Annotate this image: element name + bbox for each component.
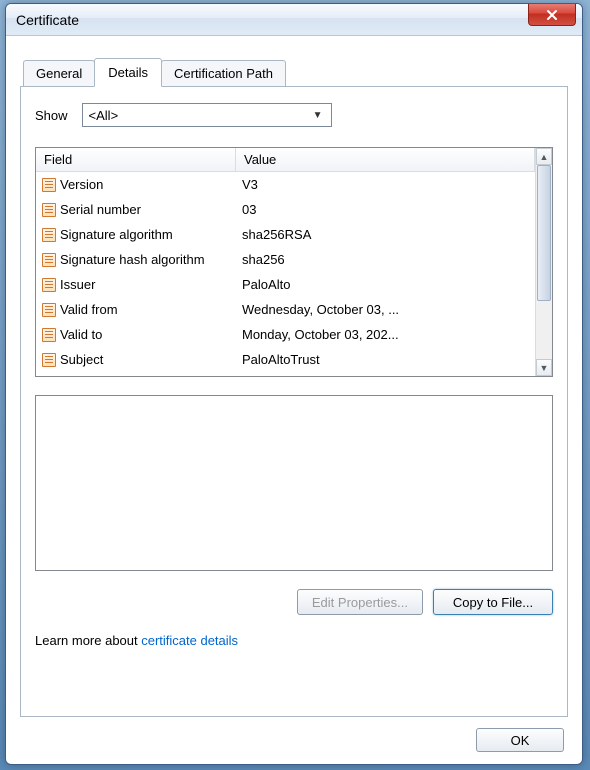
- list-row[interactable]: Issuer PaloAlto: [36, 272, 535, 297]
- field-cell: Serial number: [36, 202, 236, 217]
- list-header: Field Value: [36, 148, 535, 172]
- window-title: Certificate: [16, 12, 79, 28]
- certificate-field-icon: [42, 328, 56, 342]
- field-name: Issuer: [60, 277, 95, 292]
- list-row[interactable]: Signature algorithm sha256RSA: [36, 222, 535, 247]
- detail-value-box: [35, 395, 553, 571]
- scroll-up-button[interactable]: ▲: [536, 148, 552, 165]
- certificate-field-icon: [42, 353, 56, 367]
- field-name: Version: [60, 177, 103, 192]
- field-name: Serial number: [60, 202, 141, 217]
- field-value: sha256RSA: [236, 227, 535, 242]
- show-dropdown[interactable]: <All> ▼: [82, 103, 332, 127]
- list-row[interactable]: Version V3: [36, 172, 535, 197]
- field-name: Subject: [60, 352, 103, 367]
- certificate-field-icon: [42, 228, 56, 242]
- field-cell: Valid from: [36, 302, 236, 317]
- list-row[interactable]: Valid from Wednesday, October 03, ...: [36, 297, 535, 322]
- details-panel: Show <All> ▼ Field Value Version V3 Serial…: [20, 87, 568, 717]
- field-cell: Signature algorithm: [36, 227, 236, 242]
- field-name: Valid from: [60, 302, 118, 317]
- show-label: Show: [35, 108, 68, 123]
- field-value: sha256: [236, 252, 535, 267]
- scroll-down-button[interactable]: ▼: [536, 359, 552, 376]
- field-name: Signature hash algorithm: [60, 252, 205, 267]
- certificate-field-icon: [42, 278, 56, 292]
- titlebar: Certificate: [6, 4, 582, 36]
- copy-to-file-button[interactable]: Copy to File...: [433, 589, 553, 615]
- list-row[interactable]: Serial number 03: [36, 197, 535, 222]
- field-cell: Subject: [36, 352, 236, 367]
- column-header-value[interactable]: Value: [236, 148, 535, 171]
- show-dropdown-value: <All>: [89, 108, 119, 123]
- certificate-field-icon: [42, 178, 56, 192]
- fields-listview: Field Value Version V3 Serial number 03 Sign…: [35, 147, 553, 377]
- field-cell: Signature hash algorithm: [36, 252, 236, 267]
- field-value: Monday, October 03, 202...: [236, 327, 535, 342]
- field-value: 03: [236, 202, 535, 217]
- tab-certification-path[interactable]: Certification Path: [161, 60, 286, 87]
- tab-strip: General Details Certification Path: [20, 60, 568, 87]
- list-row[interactable]: Signature hash algorithm sha256: [36, 247, 535, 272]
- field-name: Valid to: [60, 327, 102, 342]
- certificate-field-icon: [42, 203, 56, 217]
- chevron-down-icon: ▼: [309, 106, 327, 124]
- vertical-scrollbar[interactable]: ▲ ▼: [535, 148, 552, 376]
- certificate-field-icon: [42, 303, 56, 317]
- learn-more-prefix: Learn more about: [35, 633, 141, 648]
- list-row[interactable]: Subject PaloAltoTrust: [36, 347, 535, 372]
- certificate-details-link[interactable]: certificate details: [141, 633, 238, 648]
- scroll-thumb[interactable]: [537, 165, 551, 301]
- tab-general[interactable]: General: [23, 60, 95, 87]
- tab-details[interactable]: Details: [94, 58, 162, 87]
- certificate-window: Certificate General Details Certificatio…: [5, 3, 583, 765]
- field-cell: Issuer: [36, 277, 236, 292]
- column-header-field[interactable]: Field: [36, 148, 236, 171]
- field-value: Wednesday, October 03, ...: [236, 302, 535, 317]
- field-value: V3: [236, 177, 535, 192]
- field-cell: Valid to: [36, 327, 236, 342]
- field-cell: Version: [36, 177, 236, 192]
- edit-properties-button: Edit Properties...: [297, 589, 423, 615]
- scroll-track[interactable]: [536, 165, 552, 359]
- ok-button[interactable]: OK: [476, 728, 564, 752]
- close-button[interactable]: [528, 4, 576, 26]
- learn-more-text: Learn more about certificate details: [35, 633, 553, 648]
- close-icon: [546, 9, 558, 21]
- field-value: PaloAlto: [236, 277, 535, 292]
- field-name: Signature algorithm: [60, 227, 173, 242]
- list-row[interactable]: Valid to Monday, October 03, 202...: [36, 322, 535, 347]
- certificate-field-icon: [42, 253, 56, 267]
- field-value: PaloAltoTrust: [236, 352, 535, 367]
